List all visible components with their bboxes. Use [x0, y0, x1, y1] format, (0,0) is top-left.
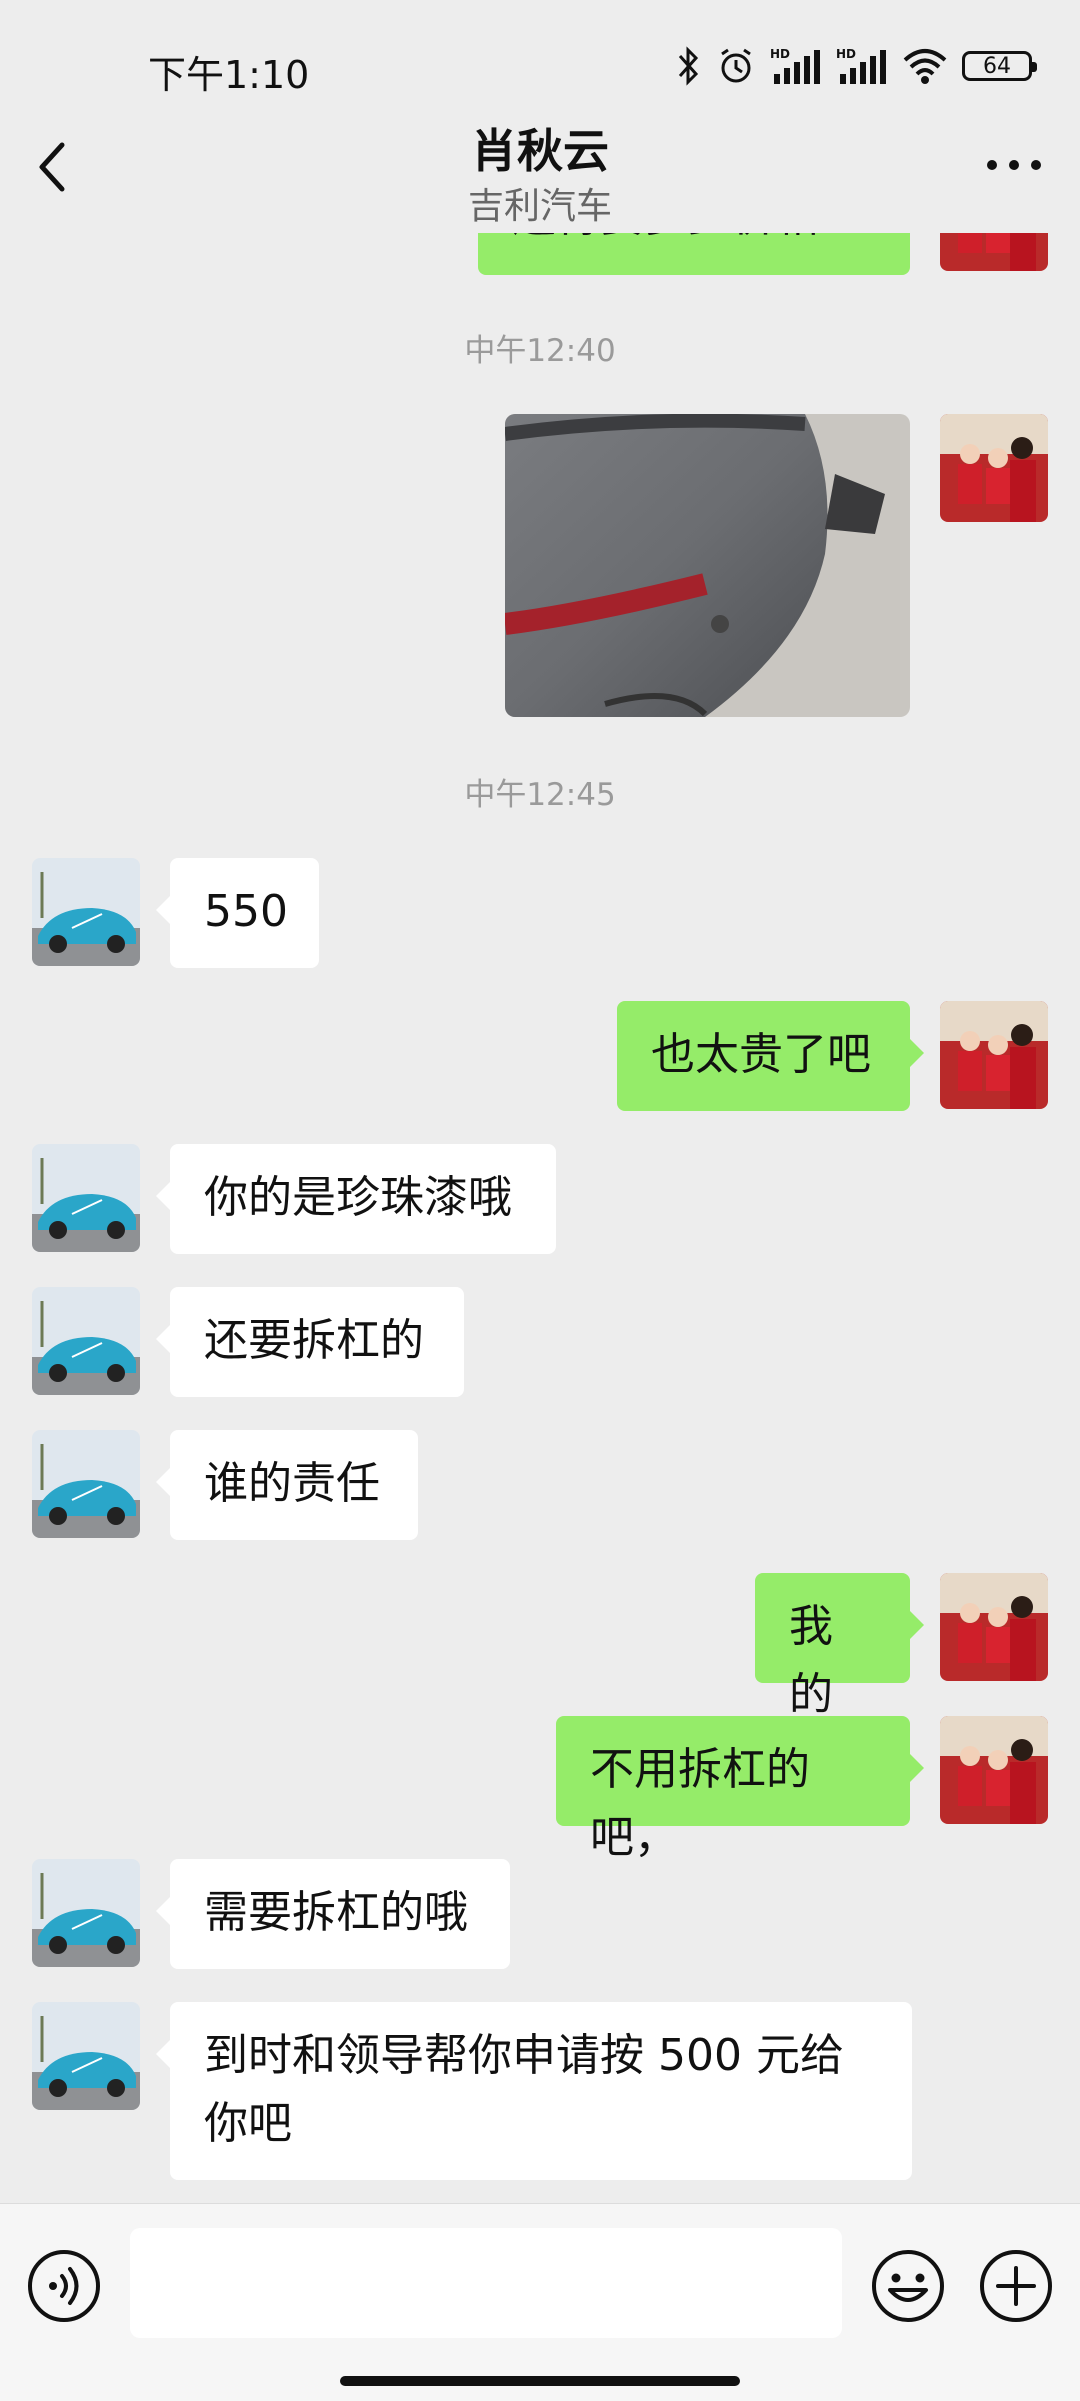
home-indicator[interactable] [340, 2376, 740, 2386]
more-button[interactable] [984, 155, 1044, 175]
chat-header: 肖秋云 吉利汽车 [0, 105, 1080, 233]
message-bubble-theirs[interactable]: 需要拆杠的哦 [156, 1859, 510, 1969]
my-avatar[interactable] [940, 1716, 1048, 1824]
contact-company: 吉利汽车 [467, 186, 612, 227]
timestamp: 中午12:40 [464, 333, 616, 369]
more-dots-icon [987, 160, 1041, 170]
message-bubble-theirs[interactable]: 谁的责任 [156, 1430, 418, 1540]
status-time: 下午1:10 [148, 53, 310, 97]
my-avatar[interactable] [940, 1001, 1048, 1109]
message-bubble-mine[interactable]: 不用拆杠的吧， [556, 1716, 924, 1863]
contact-avatar[interactable] [32, 1287, 140, 1395]
contact-avatar[interactable] [32, 1144, 140, 1252]
photo-message[interactable] [505, 414, 910, 717]
plus-button[interactable] [978, 2248, 1054, 2324]
wifi-icon [902, 46, 948, 86]
chat-area[interactable]: 还得要多少价格 中午12:40 中午12:45 550 [0, 233, 1080, 2203]
message-bubble-mine[interactable]: 我的 [755, 1573, 924, 1720]
my-avatar[interactable] [940, 233, 1048, 271]
contact-avatar[interactable] [32, 2002, 140, 2110]
signal-hd-icon: HD [770, 46, 822, 86]
emoji-icon [872, 2250, 944, 2322]
signal-hd-icon-2: HD [836, 46, 888, 86]
alarm-icon [716, 46, 756, 86]
bluetooth-icon [676, 46, 702, 86]
message-bubble-mine[interactable]: 也太贵了吧 [617, 1001, 924, 1111]
my-avatar[interactable] [940, 1573, 1048, 1681]
message-bubble-theirs[interactable]: 550 [156, 858, 319, 968]
plus-icon [980, 2250, 1052, 2322]
contact-name: 肖秋云 [471, 124, 609, 178]
message-bubble-theirs[interactable]: 还要拆杠的 [156, 1287, 464, 1397]
message-bubble-theirs[interactable]: 你的是珍珠漆哦 [156, 1144, 556, 1254]
svg-text:HD: HD [836, 47, 856, 61]
voice-button[interactable] [26, 2248, 102, 2324]
contact-avatar[interactable] [32, 1859, 140, 1967]
battery-indicator: 64 [962, 51, 1037, 81]
my-avatar[interactable] [940, 414, 1048, 522]
input-bar [0, 2203, 1080, 2401]
status-icons: HD HD 64 [676, 46, 1037, 86]
message-input[interactable] [130, 2228, 842, 2338]
message-bubble-theirs[interactable]: 到时和领导帮你申请按 500 元给你吧 [156, 2002, 912, 2180]
contact-avatar[interactable] [32, 858, 140, 966]
message-bubble-mine[interactable]: 还得要多少价格 [478, 233, 910, 275]
voice-icon [28, 2250, 100, 2322]
svg-text:HD: HD [770, 47, 790, 61]
emoji-button[interactable] [870, 2248, 946, 2324]
contact-avatar[interactable] [32, 1430, 140, 1538]
timestamp: 中午12:45 [464, 777, 616, 813]
